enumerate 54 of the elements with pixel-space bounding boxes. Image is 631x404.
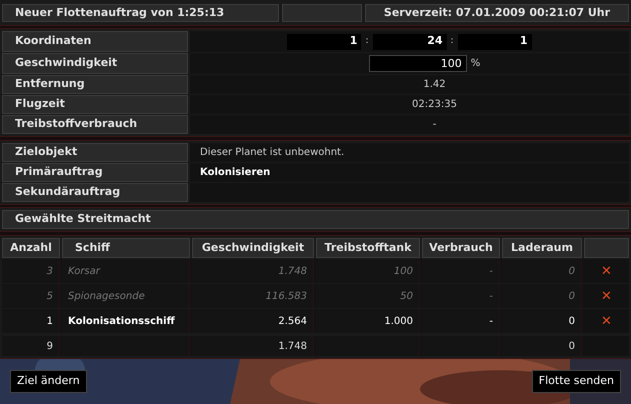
- table-cell-text: 1.000: [384, 314, 413, 328]
- table-cell-text: Spionagesonde: [68, 290, 145, 304]
- coordinate-separator: :: [364, 34, 370, 48]
- table-cell-text: Kolonisationsschiff: [68, 314, 175, 328]
- table-cell-text: 0: [568, 290, 575, 304]
- row-label: Flugzeit: [2, 95, 188, 114]
- table-cell-text: 5: [46, 290, 53, 304]
- table-cell-text: 0: [568, 314, 575, 328]
- row-label: Entfernung: [2, 75, 188, 94]
- total-cell-text: 0: [568, 340, 575, 354]
- row-label: Zielobjekt: [2, 143, 188, 162]
- row-value: 1.42: [422, 78, 446, 92]
- column-header: Treibstofftank: [316, 238, 420, 258]
- row-value: -: [432, 118, 436, 132]
- coordinates-label: Koordinaten: [2, 31, 188, 52]
- column-header: Verbrauch: [422, 238, 500, 258]
- column-header: Laderaum: [502, 238, 582, 258]
- table-cell-text: -: [489, 264, 493, 278]
- coordinate-separator: :: [450, 34, 455, 48]
- coordinate-field[interactable]: 1: [458, 34, 532, 50]
- table-cell-text: 1.748: [278, 264, 307, 278]
- value-cell: Kolonisieren: [190, 163, 629, 182]
- percent-unit: %: [470, 57, 480, 71]
- table-cell-text: 2.564: [278, 314, 307, 328]
- table-cell-text: 3: [46, 264, 53, 278]
- row-label: Treibstoffverbrauch: [2, 115, 188, 134]
- total-cell-text: 9: [46, 340, 53, 354]
- table-cell-text: 116.583: [266, 290, 307, 304]
- table-cell-text: -: [489, 290, 493, 304]
- table-cell-text: 50: [400, 290, 413, 304]
- remove-button[interactable]: ✕: [601, 314, 612, 328]
- speed-label: Geschwindigkeit: [2, 53, 188, 74]
- table-cell-text: 100: [394, 264, 413, 278]
- server-time: Serverzeit: 07.01.2009 00:21:07 Uhr: [365, 4, 629, 22]
- column-header: Schiff: [62, 238, 190, 258]
- column-header: [584, 238, 629, 258]
- coordinate-field[interactable]: 1: [287, 34, 362, 50]
- total-cell-text: 1.748: [278, 340, 307, 354]
- section-title: Gewählte Streitmacht: [2, 210, 629, 229]
- row-label: Sekundärauftrag: [2, 183, 188, 202]
- send-fleet-button[interactable]: Flotte senden: [532, 370, 621, 393]
- row-label: Primärauftrag: [2, 163, 188, 182]
- column-header: Anzahl: [2, 238, 60, 258]
- window-title: Neuer Flottenauftrag von 1:25:13: [2, 4, 279, 22]
- change-target-button[interactable]: Ziel ändern: [10, 370, 87, 393]
- coordinate-field[interactable]: 24: [372, 34, 446, 50]
- table-cell-text: Korsar: [68, 264, 100, 278]
- table-cell-text: 0: [568, 264, 575, 278]
- value-cell: Dieser Planet ist unbewohnt.: [190, 143, 629, 162]
- table-cell-text: -: [489, 314, 493, 328]
- speed-field[interactable]: 100: [368, 55, 467, 72]
- table-cell-text: 1: [46, 314, 53, 328]
- row-value: 02:23:35: [411, 98, 457, 112]
- column-header: Geschwindigkeit: [192, 238, 314, 258]
